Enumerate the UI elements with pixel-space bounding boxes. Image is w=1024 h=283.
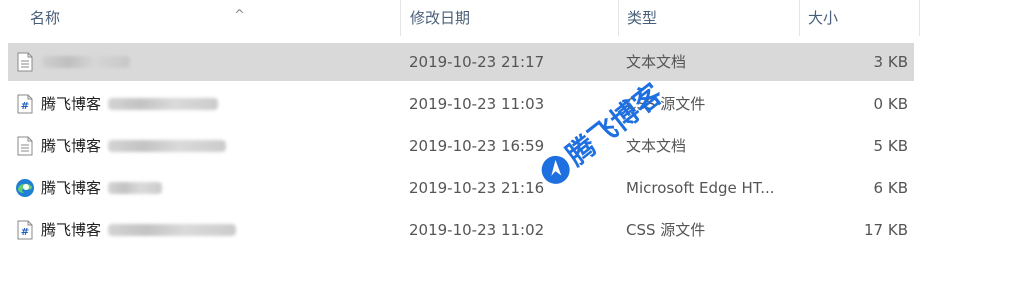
watermark-text: 腾飞博客 xyxy=(560,77,669,173)
redacted-filename xyxy=(108,98,218,110)
file-size: 0 KB xyxy=(873,95,908,113)
text-file-icon xyxy=(17,136,33,156)
file-date: 2019-10-23 11:02 xyxy=(409,221,545,239)
column-header-size[interactable]: 大小 xyxy=(808,0,920,36)
redacted-filename xyxy=(108,140,226,152)
column-header-name[interactable]: 名称 ^ xyxy=(30,0,400,36)
file-size: 5 KB xyxy=(873,137,908,155)
file-row[interactable]: 腾飞博客 2019-10-23 21:16 Microsoft Edge HT.… xyxy=(8,169,914,207)
file-row[interactable]: # 腾飞博客 2019-10-23 11:03 CSS 源文件 0 KB xyxy=(8,85,914,123)
file-name: 腾飞博客 xyxy=(41,221,102,239)
column-header: 名称 ^ 修改日期 类型 大小 xyxy=(0,0,920,36)
column-name-label: 名称 xyxy=(30,9,61,27)
file-size: 17 KB xyxy=(864,221,908,239)
redacted-filename xyxy=(108,224,236,236)
file-row[interactable]: # 腾飞博客 2019-10-23 11:02 CSS 源文件 17 KB xyxy=(8,211,914,249)
column-size-label: 大小 xyxy=(808,9,839,27)
file-size: 3 KB xyxy=(873,53,908,71)
file-row[interactable]: 腾飞博客 2019-10-23 16:59 文本文档 5 KB xyxy=(8,127,914,165)
file-type: CSS 源文件 xyxy=(626,221,706,239)
css-file-icon: # xyxy=(17,94,33,114)
column-divider[interactable] xyxy=(618,0,619,36)
file-size: 6 KB xyxy=(873,179,908,197)
sort-ascending-icon: ^ xyxy=(234,8,245,23)
column-header-type[interactable]: 类型 xyxy=(627,0,799,36)
column-type-label: 类型 xyxy=(627,9,658,27)
file-name: 腾飞博客 xyxy=(41,137,102,155)
redacted-filename xyxy=(42,56,130,68)
watermark-logo: 腾飞博客 xyxy=(541,77,669,184)
column-divider[interactable] xyxy=(400,0,401,36)
column-divider[interactable] xyxy=(799,0,800,36)
file-name: 腾飞博客 xyxy=(41,95,102,113)
svg-text:#: # xyxy=(21,227,29,238)
edge-icon xyxy=(16,179,34,197)
column-header-date[interactable]: 修改日期 xyxy=(410,0,618,36)
svg-text:#: # xyxy=(21,101,29,112)
column-date-label: 修改日期 xyxy=(410,9,471,27)
file-name: 腾飞博客 xyxy=(41,179,102,197)
text-file-icon xyxy=(17,52,33,72)
redacted-filename xyxy=(108,182,162,194)
column-divider[interactable] xyxy=(919,0,920,36)
css-file-icon: # xyxy=(17,220,33,240)
file-row[interactable]: 2019-10-23 21:17 文本文档 3 KB xyxy=(8,43,914,81)
